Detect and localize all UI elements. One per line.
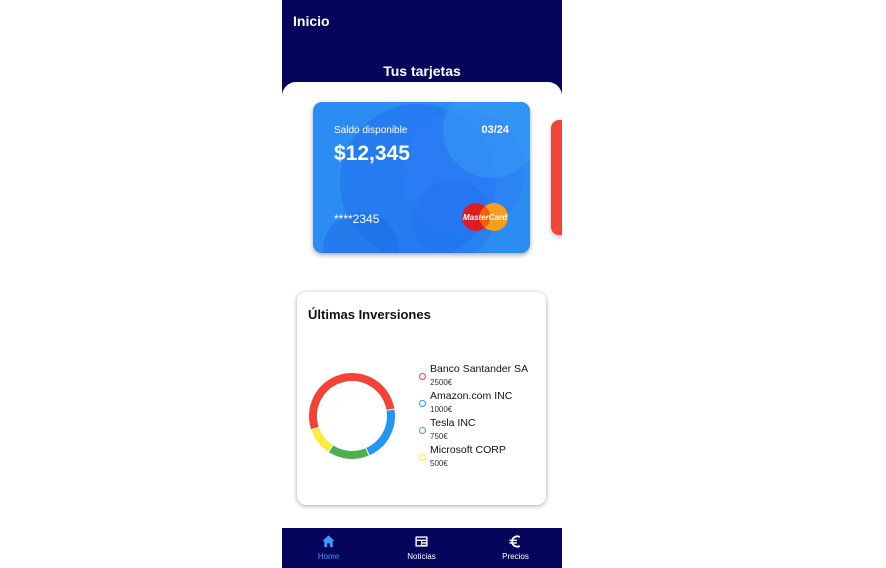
donut-segment-2 (309, 373, 395, 459)
credit-card[interactable]: Saldo disponible 03/24 $12,345 ****2345 … (313, 102, 530, 253)
legend-item-amazon: Amazon.com INC 1000€ (418, 389, 544, 416)
donut-segment-0 (309, 373, 395, 459)
app-bar-title: Inicio (293, 13, 330, 29)
mastercard-logo-icon: MasterCard (462, 203, 508, 231)
legend-marker (419, 427, 426, 434)
app-bar: Inicio (282, 0, 562, 42)
nav-news[interactable]: Noticias (375, 528, 468, 568)
investments-title: Últimas Inversiones (308, 307, 431, 322)
nav-prices-label: Precios (502, 552, 529, 561)
euro-icon (509, 535, 521, 548)
next-card-preview[interactable] (551, 120, 562, 235)
nav-prices[interactable]: Precios (469, 528, 562, 568)
legend-value: 2500€ (430, 378, 453, 387)
legend-name: Amazon.com INC (430, 390, 513, 402)
bottom-navigation: Home Noticias Precios (282, 528, 562, 568)
card-number: ****2345 (334, 212, 380, 226)
legend-marker (419, 454, 426, 461)
nav-home[interactable]: Home (282, 528, 375, 568)
cards-section-title: Tus tarjetas (383, 63, 461, 79)
legend-item-santander: Banco Santander SA 2500€ (418, 362, 544, 389)
legend-name: Microsoft CORP (430, 444, 506, 456)
legend-marker (419, 373, 426, 380)
donut-segment-1 (309, 373, 395, 459)
balance-amount: $12,345 (334, 142, 410, 165)
legend-value: 500€ (430, 459, 448, 468)
legend-item-microsoft: Microsoft CORP 500€ (418, 443, 544, 470)
home-icon (322, 535, 335, 548)
legend-name: Banco Santander SA (430, 363, 529, 375)
nav-news-label: Noticias (407, 552, 436, 561)
app-screen: Inicio Tus tarjetas Saldo disponible 03/… (282, 0, 562, 568)
news-icon (415, 536, 428, 547)
main-content: Saldo disponible 03/24 $12,345 ****2345 … (282, 82, 562, 528)
investments-panel: Últimas Inversiones Banco Santander SA 2… (297, 292, 546, 505)
legend-value: 750€ (430, 432, 448, 441)
balance-label: Saldo disponible (334, 125, 408, 136)
svg-text:MasterCard: MasterCard (463, 213, 508, 222)
card-expiry: 03/24 (481, 124, 509, 136)
investments-donut-chart (309, 373, 395, 459)
nav-home-label: Home (317, 552, 340, 561)
legend-name: Tesla INC (430, 417, 476, 429)
legend-marker (419, 400, 426, 407)
legend-item-tesla: Tesla INC 750€ (418, 416, 544, 443)
donut-segment-3 (309, 373, 395, 459)
legend-value: 1000€ (430, 405, 453, 414)
